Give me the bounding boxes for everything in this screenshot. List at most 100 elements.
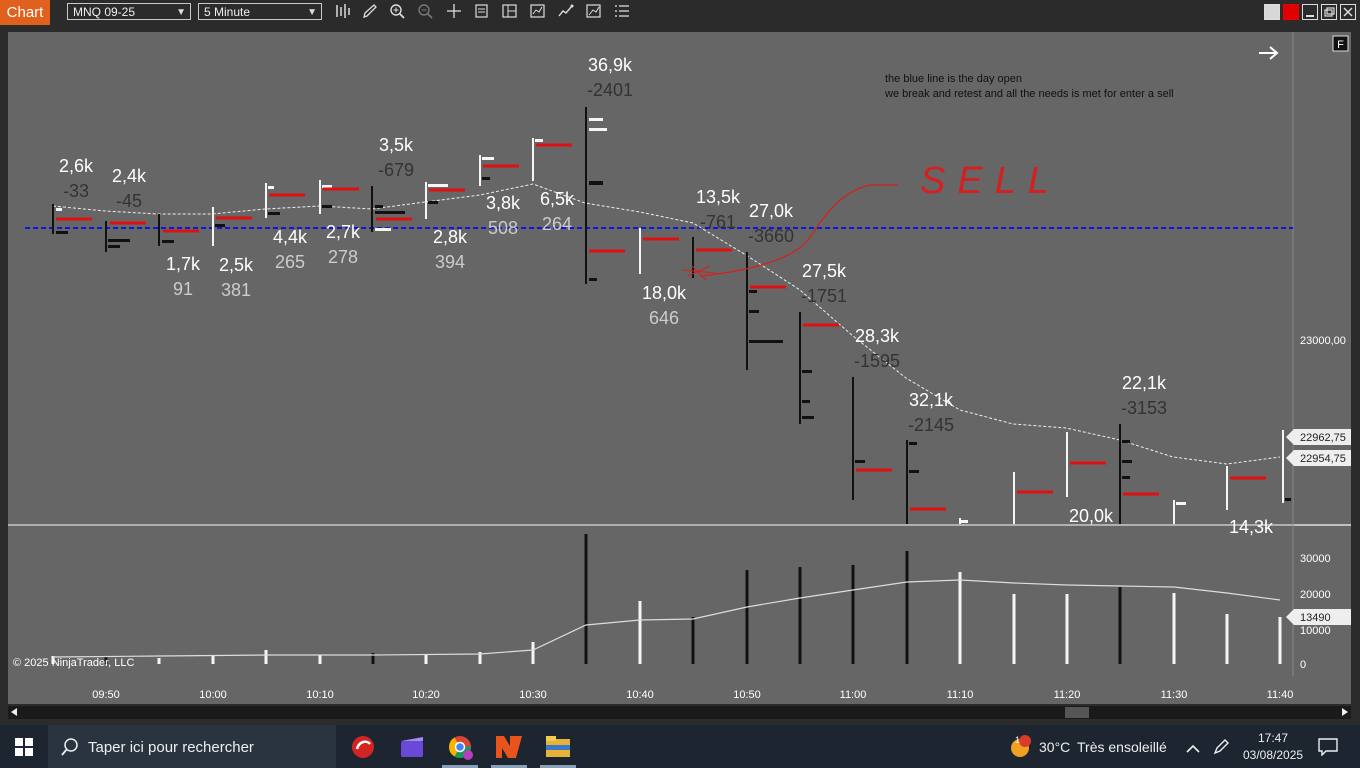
search-placeholder: Taper ici pour rechercher	[88, 739, 254, 756]
bar-volume-label: 1,7k	[166, 254, 201, 274]
time-axis-label: 11:10	[947, 689, 974, 701]
price-tag: 22954,75	[1286, 450, 1351, 466]
bar-volume-label: 2,5k	[219, 255, 254, 275]
chart-trader-icon[interactable]	[584, 3, 604, 22]
bar-delta-label: 264	[542, 214, 572, 234]
time-axis-label: 09:50	[92, 689, 120, 701]
bar-volume-label: 4,4k	[273, 227, 308, 247]
clipchamp-icon[interactable]	[399, 735, 425, 764]
svg-text:22954,75: 22954,75	[1300, 453, 1346, 465]
time-axis-label: 10:30	[519, 689, 547, 701]
window-red-button[interactable]	[1283, 4, 1299, 20]
volume-tag: 13490	[1286, 609, 1351, 625]
bar-volume-label: 32,1k	[909, 390, 954, 410]
clock-time[interactable]: 17:47	[1258, 731, 1288, 745]
search-box[interactable]: Taper ici pour rechercher	[48, 725, 336, 768]
bar-delta-label: 91	[173, 279, 193, 299]
chevron-down-icon: ▼	[176, 7, 186, 18]
properties-list-icon[interactable]	[612, 3, 632, 22]
time-axis-label: 11:40	[1267, 689, 1294, 701]
bar-volume-label: 27,0k	[749, 201, 794, 221]
volume-axis-label: 30000	[1300, 553, 1331, 565]
bar-delta-label: 508	[488, 218, 518, 238]
bar-delta-label: -3153	[1121, 398, 1167, 418]
sell-label: SELL	[920, 160, 1061, 202]
minimize-button[interactable]	[1302, 4, 1318, 20]
annotation-text: we break and retest and all the needs is…	[884, 88, 1174, 100]
bar-volume-label: 18,0k	[642, 283, 687, 303]
bar-volume-label: 2,7k	[326, 222, 361, 242]
zoom-in-icon[interactable]	[388, 3, 408, 22]
interval-value: 5 Minute	[204, 5, 251, 19]
templates-icon[interactable]	[500, 3, 520, 22]
bar-delta-label: 394	[435, 252, 465, 272]
bar-delta-label: -33	[63, 181, 89, 201]
bar-delta-label: -679	[378, 160, 414, 180]
bar-volume-label: 2,8k	[433, 227, 468, 247]
price-axis-label: 23000,00	[1300, 335, 1346, 347]
volume-axis-label: 10000	[1300, 625, 1331, 637]
bar-delta-label: -1595	[854, 351, 900, 371]
time-axis-label: 10:40	[626, 689, 654, 701]
time-axis-label: 11:20	[1054, 689, 1081, 701]
bar-volume-label: 2,4k	[112, 166, 147, 186]
weather-temp[interactable]: 30°C	[1039, 739, 1070, 755]
bar-type-icon[interactable]	[333, 3, 353, 22]
chevron-up-icon[interactable]	[1186, 741, 1200, 759]
interval-selector[interactable]: 5 Minute ▼	[198, 3, 322, 20]
chrome-icon[interactable]	[448, 735, 476, 768]
bar-volume-label: 13,5k	[696, 187, 741, 207]
file-explorer-icon[interactable]	[546, 736, 572, 763]
scrollbar-thumb[interactable]	[1065, 707, 1089, 718]
volume-axis-label: 0	[1300, 659, 1306, 671]
bar-volume-label: 14,3k	[1229, 517, 1274, 537]
taskbar: Taper ici pour rechercher 1 30°C Très en…	[0, 725, 1360, 768]
volume-panel	[8, 526, 1293, 676]
instrument-selector[interactable]: MNQ 09-25 ▼	[67, 3, 191, 20]
svg-text:22962,75: 22962,75	[1300, 432, 1346, 444]
search-icon	[61, 738, 78, 756]
bar-volume-label: 22,1k	[1122, 373, 1167, 393]
bar-volume-label: 3,5k	[379, 135, 414, 155]
bar-volume-label: 20,0k	[1069, 506, 1114, 526]
bar-delta-label: 646	[649, 308, 679, 328]
bar-volume-label: 36,9k	[588, 55, 633, 75]
horizontal-scrollbar[interactable]	[8, 706, 1351, 719]
weather-description[interactable]: Très ensoleillé	[1077, 739, 1167, 755]
bar-delta-label: -2401	[587, 80, 633, 100]
restore-button[interactable]	[1321, 4, 1337, 20]
ninjatrader-icon[interactable]	[496, 736, 522, 763]
time-axis-label: 10:10	[306, 689, 334, 701]
close-button[interactable]	[1340, 4, 1356, 20]
time-axis-label: 11:00	[840, 689, 867, 701]
bar-delta-label: 278	[328, 247, 358, 267]
volume-axis-label: 20000	[1300, 589, 1331, 601]
price-panel	[8, 32, 1293, 524]
chart-tab[interactable]: Chart	[0, 0, 50, 25]
bar-delta-label: -3660	[748, 226, 794, 246]
notification-center-icon[interactable]	[1318, 738, 1338, 761]
bar-delta-label: -45	[116, 191, 142, 211]
windows-start-icon[interactable]	[15, 738, 33, 761]
pencil-icon[interactable]	[360, 3, 380, 22]
app-red-circle-icon[interactable]	[351, 735, 375, 764]
f-badge-label: F	[1337, 39, 1344, 51]
time-axis-label: 11:30	[1161, 689, 1188, 701]
window-grey-button[interactable]	[1264, 4, 1280, 20]
bar-volume-label: 28,3k	[855, 326, 900, 346]
pen-icon[interactable]	[1212, 738, 1230, 761]
zoom-out-icon[interactable]	[416, 3, 436, 22]
notification-badge: 1	[1014, 735, 1020, 745]
bar-volume-label: 27,5k	[802, 261, 847, 281]
bar-delta-label: -1751	[801, 286, 847, 306]
bar-delta-label: -2145	[908, 415, 954, 435]
time-axis-label: 10:20	[412, 689, 440, 701]
data-box-icon[interactable]	[472, 3, 492, 22]
strategies-icon[interactable]	[556, 3, 576, 22]
chart-area: 2,6k -33 2,4k -45 1,7k 91 2,5k 381 4,4k …	[0, 25, 1360, 725]
time-axis-label: 10:50	[733, 689, 761, 701]
indicators-icon[interactable]	[528, 3, 548, 22]
bar-delta-label: 381	[221, 280, 251, 300]
crosshair-icon[interactable]	[444, 3, 464, 22]
clock-date[interactable]: 03/08/2025	[1243, 748, 1303, 762]
